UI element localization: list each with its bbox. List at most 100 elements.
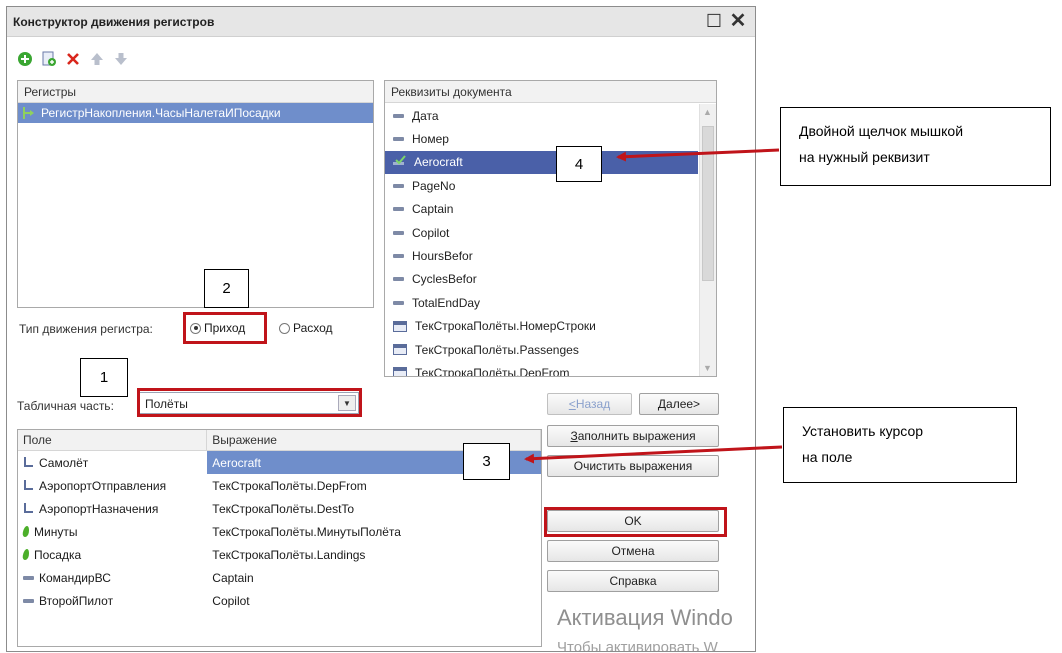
tabular-part-label: Табличная часть: — [17, 399, 114, 413]
scroll-down-icon[interactable]: ▼ — [703, 363, 712, 373]
callout-set-cursor-line1: Установить курсор — [802, 423, 924, 439]
table-row[interactable]: КомандирВС Captain — [18, 566, 541, 589]
dimension-icon — [23, 503, 34, 514]
radio-expense[interactable]: Расход — [279, 321, 333, 335]
attribute-icon — [23, 598, 34, 603]
scroll-up-icon[interactable]: ▲ — [703, 107, 712, 117]
radio-expense-circle[interactable] — [279, 322, 290, 334]
add-from-icon[interactable] — [41, 51, 57, 67]
attribute-icon — [393, 207, 404, 212]
field-name: АэропортНазначения — [39, 501, 159, 516]
registers-header: Регистры — [18, 81, 373, 103]
field-name: АэропортОтправления — [39, 478, 167, 493]
radio-expense-label: Расход — [293, 321, 333, 335]
attribute-label: TotalEndDay — [412, 295, 481, 310]
movement-type-label: Тип движения регистра: — [19, 322, 153, 336]
dimension-icon — [23, 480, 34, 491]
field-cell[interactable]: Самолёт — [18, 451, 208, 474]
expression-value: Aerocraft — [212, 455, 261, 470]
expression-cell[interactable]: ТекСтрокаПолёты.МинутыПолёта — [207, 520, 541, 543]
back-button[interactable]: <Назад — [547, 393, 632, 415]
attribute-item[interactable]: ТекСтрокаПолёты.DepFrom — [385, 361, 698, 377]
marker-4: 4 — [556, 146, 602, 182]
attribute-item[interactable]: Номер — [385, 127, 698, 150]
cancel-button[interactable]: Отмена — [547, 540, 719, 562]
attribute-item[interactable]: TotalEndDay — [385, 291, 698, 314]
field-cell[interactable]: АэропортОтправления — [18, 474, 207, 497]
attribute-item[interactable]: HoursBefor — [385, 244, 698, 267]
attribute-icon — [393, 254, 404, 259]
table-attribute-icon — [393, 320, 407, 332]
callout-double-click: Двойной щелчок мышкой на нужный реквизит — [780, 107, 1051, 186]
table-row[interactable]: Посадка ТекСтрокаПолёты.Landings — [18, 543, 541, 566]
register-movement-dialog: Конструктор движения регистров ☐ ✕ Регис… — [6, 6, 756, 652]
register-item-label: РегистрНакопления.ЧасыНалетаИПосадки — [41, 106, 281, 120]
field-name: Самолёт — [39, 455, 89, 470]
expression-value: Captain — [212, 570, 254, 585]
attribute-item[interactable]: ТекСтрокаПолёты.НомерСтроки — [385, 315, 698, 338]
add-icon[interactable] — [17, 51, 33, 67]
attribute-label: Номер — [412, 132, 449, 147]
expression-value: ТекСтрокаПолёты.МинутыПолёта — [212, 524, 401, 539]
register-icon — [23, 107, 34, 119]
cancel-button-label: Отмена — [611, 544, 655, 558]
attribute-label: Дата — [412, 108, 439, 123]
attribute-item[interactable]: Copilot — [385, 221, 698, 244]
register-item[interactable]: РегистрНакопления.ЧасыНалетаИПосадки — [18, 103, 373, 123]
move-up-icon[interactable] — [89, 51, 105, 67]
expression-cell[interactable]: Captain — [207, 566, 541, 589]
attribute-item[interactable]: CyclesBefor — [385, 268, 698, 291]
fill-expressions-button[interactable]: Заполнить выражения — [547, 425, 719, 447]
clear-expressions-button[interactable]: Очистить выражения — [547, 455, 719, 477]
attribute-label: ТекСтрокаПолёты.DepFrom — [415, 365, 570, 377]
field-cell[interactable]: Минуты — [18, 520, 207, 543]
field-name: КомандирВС — [39, 570, 111, 585]
highlight-tabular-select — [137, 388, 362, 417]
field-cell[interactable]: АэропортНазначения — [18, 497, 207, 520]
field-cell[interactable]: КомандирВС — [18, 566, 207, 589]
attribute-item[interactable]: PageNo — [385, 174, 698, 197]
attributes-panel: Реквизиты документа Дата Номер Aerocraft Pa… — [384, 80, 717, 377]
attribute-label: Aerocraft — [414, 155, 463, 170]
attribute-icon — [393, 230, 404, 235]
help-button-label: Справка — [609, 574, 657, 588]
expression-value: ТекСтрокаПолёты.Landings — [212, 547, 366, 562]
field-cell[interactable]: Посадка — [18, 543, 207, 566]
field-name: Посадка — [34, 547, 82, 562]
table-row[interactable]: ВторойПилот Copilot — [18, 589, 541, 612]
field-cell[interactable]: ВторойПилот — [18, 589, 207, 612]
move-down-icon[interactable] — [113, 51, 129, 67]
help-button[interactable]: Справка — [547, 570, 719, 592]
table-row[interactable]: АэропортНазначения ТекСтрокаПолёты.DestTo — [18, 497, 541, 520]
title-bar: Конструктор движения регистров ☐ ✕ — [7, 7, 755, 37]
column-field[interactable]: Поле — [18, 430, 208, 450]
expression-cell[interactable]: Copilot — [207, 589, 541, 612]
window-title: Конструктор движения регистров — [13, 15, 215, 29]
expression-cell[interactable]: ТекСтрокаПолёты.DestTo — [207, 497, 541, 520]
attribute-item[interactable]: ТекСтрокаПолёты.Passenges — [385, 338, 698, 361]
close-icon[interactable]: ✕ — [727, 10, 749, 32]
toolbar — [17, 49, 129, 69]
attribute-label: PageNo — [412, 178, 456, 193]
attribute-item[interactable]: Дата — [385, 104, 698, 127]
maximize-icon[interactable]: ☐ — [703, 10, 725, 32]
next-button-label: Далее> — [657, 397, 701, 411]
attribute-icon — [23, 575, 34, 580]
delete-icon[interactable] — [65, 51, 81, 67]
attributes-scrollbar[interactable]: ▲ ▼ — [699, 104, 716, 376]
check-icon — [393, 155, 406, 170]
dimension-icon — [23, 457, 34, 468]
next-button[interactable]: Далее> — [639, 393, 719, 415]
attributes-header: Реквизиты документа — [385, 81, 716, 103]
table-row[interactable]: Минуты ТекСтрокаПолёты.МинутыПолёта — [18, 520, 541, 543]
attribute-label: ТекСтрокаПолёты.Passenges — [415, 342, 579, 357]
marker-2: 2 — [204, 269, 249, 308]
expression-cell[interactable]: ТекСтрокаПолёты.Landings — [207, 543, 541, 566]
resource-icon — [22, 526, 30, 537]
attribute-icon — [393, 113, 404, 118]
activation-watermark-hint: Чтобы активировать W — [557, 639, 718, 652]
attribute-item[interactable]: Captain — [385, 198, 698, 221]
scroll-thumb[interactable] — [702, 126, 714, 281]
expression-value: ТекСтрокаПолёты.DepFrom — [212, 478, 367, 493]
attribute-item[interactable]: Aerocraft — [385, 150, 698, 175]
